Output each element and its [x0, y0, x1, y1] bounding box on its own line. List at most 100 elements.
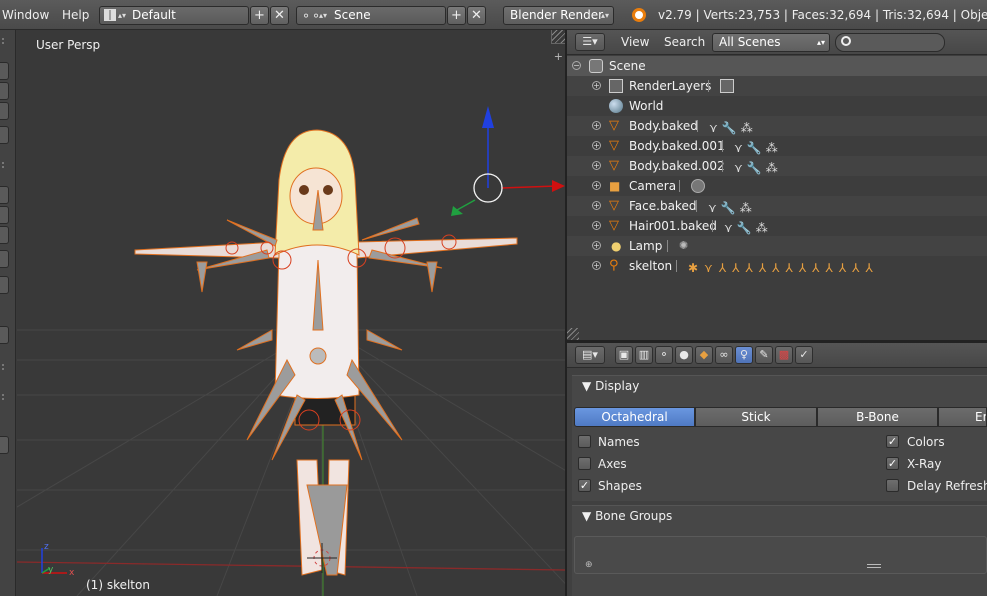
modifier-icons[interactable]: ⋎🔧⁂: [724, 218, 772, 238]
expand-icon[interactable]: +: [592, 161, 601, 170]
outliner-item-renderlayers[interactable]: + RenderLayers: [567, 76, 987, 96]
modifier-icons[interactable]: ⋎🔧⁂: [709, 118, 757, 138]
delete-screen-button[interactable]: ✕: [270, 6, 289, 25]
menu-search[interactable]: Search: [664, 30, 705, 55]
expand-icon[interactable]: +: [592, 261, 601, 270]
outliner-item-body-baked-001[interactable]: + ▽ Body.baked.001 ⋎🔧⁂: [567, 136, 987, 156]
menu-view[interactable]: View: [621, 30, 649, 55]
screen-layout-selector[interactable]: ▴▾ Default: [99, 6, 249, 25]
properties-region-toggle-icon[interactable]: +: [554, 50, 563, 63]
render-engine-selector[interactable]: Blender Render ▴▾: [503, 6, 614, 25]
list-resize-grip-icon[interactable]: [867, 564, 881, 568]
shapes-checkbox[interactable]: ✓: [578, 479, 591, 492]
modifier-icons[interactable]: ⋎🔧⁂: [708, 198, 756, 218]
tool-shelf-edge[interactable]: [0, 30, 16, 596]
outliner-item-lamp[interactable]: + ● Lamp ✺: [567, 236, 987, 256]
tool-shelf-widget[interactable]: [0, 250, 9, 268]
tab-armature-data[interactable]: ♀: [735, 346, 753, 364]
bone-display-envelope[interactable]: En: [938, 407, 987, 427]
axes-checkbox[interactable]: [578, 457, 591, 470]
tab-world[interactable]: ●: [675, 346, 693, 364]
tool-shelf-widget[interactable]: [0, 102, 9, 120]
outliner-item-hair001-baked[interactable]: + ▽ Hair001.baked ⋎🔧⁂: [567, 216, 987, 236]
tool-shelf-widget[interactable]: [0, 276, 9, 294]
drag-handle-icon[interactable]: [2, 394, 8, 400]
tool-shelf-widget[interactable]: [0, 82, 9, 100]
collapse-icon[interactable]: −: [572, 61, 581, 70]
x-ray-checkbox[interactable]: ✓: [886, 457, 899, 470]
tab-object[interactable]: ◆: [695, 346, 713, 364]
expand-icon[interactable]: +: [592, 181, 601, 190]
outliner-item-label: Body.baked.001: [629, 139, 725, 153]
3d-viewport[interactable]: z y x User Persp (1) skelton +: [17, 30, 565, 596]
names-checkbox[interactable]: [578, 435, 591, 448]
tab-render-layers[interactable]: ▥: [635, 346, 653, 364]
tool-shelf-widget[interactable]: [0, 62, 9, 80]
menu-help[interactable]: Help: [62, 0, 89, 30]
bone-display-octahedral[interactable]: Octahedral: [574, 407, 695, 427]
tool-shelf-widget[interactable]: [0, 226, 9, 244]
divider: [697, 120, 698, 132]
tab-constraints[interactable]: ∞: [715, 346, 733, 364]
bone-display-stick[interactable]: Stick: [695, 407, 817, 427]
outliner-item-world[interactable]: World: [567, 96, 987, 116]
close-icon: ✕: [274, 8, 285, 23]
display-mode-selector[interactable]: All Scenes ▴▾: [712, 33, 830, 52]
tool-shelf-widget[interactable]: [0, 326, 9, 344]
expand-icon[interactable]: +: [592, 121, 601, 130]
outliner-item-scene[interactable]: − Scene: [567, 56, 987, 76]
expand-icon[interactable]: +: [592, 221, 601, 230]
editor-type-selector[interactable]: ▤▾: [575, 346, 605, 364]
expand-icon[interactable]: +: [592, 141, 601, 150]
tool-shelf-widget[interactable]: [0, 186, 9, 204]
outliner-item-label: Hair001.baked: [629, 219, 717, 233]
tool-shelf-widget[interactable]: [0, 126, 9, 144]
display-panel-header[interactable]: ▼ Display: [582, 379, 639, 393]
outliner-item-face-baked[interactable]: + ▽ Face.baked ⋎🔧⁂: [567, 196, 987, 216]
list-filter-icon[interactable]: ⊕: [585, 560, 593, 570]
outliner-item-label: Body.baked.002: [629, 159, 725, 173]
tab-bone[interactable]: ✎: [755, 346, 773, 364]
scene-chevron-icon: ▴▾: [319, 11, 328, 20]
add-screen-button[interactable]: +: [250, 6, 269, 25]
drag-handle-icon[interactable]: [2, 38, 8, 44]
outliner-item-camera[interactable]: + ■ Camera: [567, 176, 987, 196]
bone-icon: ✎: [759, 348, 769, 361]
delay-refresh-checkbox[interactable]: [886, 479, 899, 492]
outliner-item-skelton[interactable]: + ⚲ skelton ✱⋎⅄⅄⅄⅄⅄⅄⅄⅄⅄⅄⅄⅄: [567, 256, 987, 276]
delete-scene-button[interactable]: ✕: [467, 6, 486, 25]
add-scene-button[interactable]: +: [447, 6, 466, 25]
region-corner-widget[interactable]: [567, 328, 579, 340]
bone-display-b-bone[interactable]: B-Bone: [817, 407, 938, 427]
bone-icons[interactable]: ✱⋎⅄⅄⅄⅄⅄⅄⅄⅄⅄⅄⅄⅄: [688, 258, 879, 278]
tab-render[interactable]: ▣: [615, 346, 633, 364]
outliner-item-body-baked-002[interactable]: + ▽ Body.baked.002 ⋎🔧⁂: [567, 156, 987, 176]
render-layer-icon[interactable]: [720, 79, 734, 93]
tool-shelf-widget[interactable]: [0, 436, 9, 454]
tab-modifiers[interactable]: ✓: [795, 346, 813, 364]
bone-groups-panel-header[interactable]: ▼ Bone Groups: [582, 509, 672, 523]
bone-groups-list[interactable]: ⊕: [574, 536, 987, 574]
menu-window[interactable]: Window: [2, 0, 49, 30]
tab-scene[interactable]: ⚬: [655, 346, 673, 364]
tab-texture[interactable]: ▩: [775, 346, 793, 364]
character-model: [134, 129, 518, 576]
expand-icon[interactable]: +: [592, 81, 601, 90]
drag-handle-icon[interactable]: [2, 162, 8, 168]
region-corner-widget[interactable]: [551, 30, 565, 44]
colors-checkbox[interactable]: ✓: [886, 435, 899, 448]
tool-shelf-widget[interactable]: [0, 206, 9, 224]
drag-handle-icon[interactable]: [2, 364, 8, 370]
camera-data-icon[interactable]: [691, 179, 705, 193]
lamp-data-icon[interactable]: ✺: [679, 239, 693, 253]
mesh-object-icon: ▽: [609, 158, 619, 173]
expand-icon[interactable]: +: [592, 241, 601, 250]
names-label: Names: [598, 435, 640, 449]
scene-selector[interactable]: ⚬⚬ ▴▾ Scene: [296, 6, 446, 25]
outliner-search-input[interactable]: [835, 33, 945, 52]
modifier-icons[interactable]: ⋎🔧⁂: [734, 158, 782, 178]
expand-icon[interactable]: +: [592, 201, 601, 210]
outliner-item-body-baked[interactable]: + ▽ Body.baked ⋎🔧⁂: [567, 116, 987, 136]
modifier-icons[interactable]: ⋎🔧⁂: [734, 138, 782, 158]
editor-type-selector[interactable]: ☰▾: [575, 33, 605, 51]
